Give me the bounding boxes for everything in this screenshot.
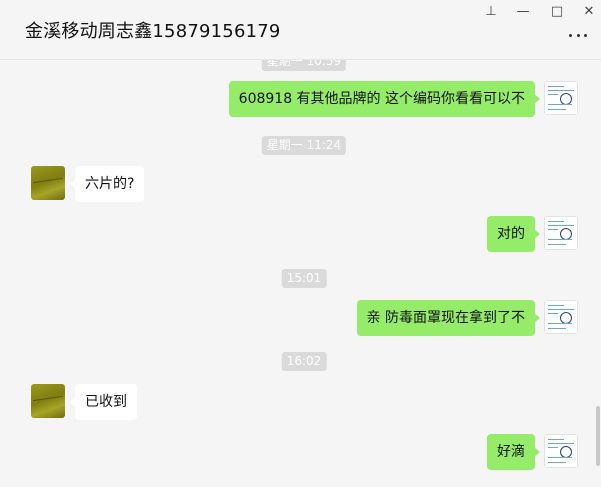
timestamp: 星期一 11:24 (261, 136, 347, 155)
timestamp: 15:01 (281, 269, 327, 288)
chat-title: 金溪移动周志鑫15879156179 (25, 21, 281, 42)
contact-avatar[interactable] (31, 384, 65, 418)
message-bubble[interactable]: 亲 防毒面罩现在拿到了不 (356, 300, 541, 336)
self-avatar[interactable] (544, 434, 578, 468)
timestamp: 星期一 10:59 (261, 60, 347, 71)
message-bubble[interactable]: 608918 有其他品牌的 这个编码你看看可以不 (228, 81, 541, 117)
message-bubble[interactable]: 六片的? (69, 166, 145, 202)
pin-icon[interactable]: ⊥ (474, 0, 508, 22)
timestamp: 16:02 (281, 352, 327, 371)
scrollbar[interactable] (596, 406, 600, 466)
message-bubble[interactable]: 好滴 (487, 434, 540, 470)
maximize-icon[interactable]: □ (540, 0, 574, 22)
close-icon[interactable]: ✕ (572, 0, 601, 22)
title-bar: 金溪移动周志鑫15879156179 ⊥ — □ ✕ (0, 0, 601, 60)
more-options-icon[interactable] (569, 28, 587, 42)
chat-area[interactable]: 星期一 10:59 608918 有其他品牌的 这个编码你看看可以不 星期一 1… (0, 60, 601, 487)
self-avatar[interactable] (544, 81, 578, 115)
minimize-icon[interactable]: — (506, 0, 540, 22)
contact-avatar[interactable] (31, 166, 65, 200)
self-avatar[interactable] (544, 216, 578, 250)
self-avatar[interactable] (544, 300, 578, 334)
message-bubble[interactable]: 对的 (487, 216, 540, 252)
message-bubble[interactable]: 已收到 (70, 384, 137, 420)
